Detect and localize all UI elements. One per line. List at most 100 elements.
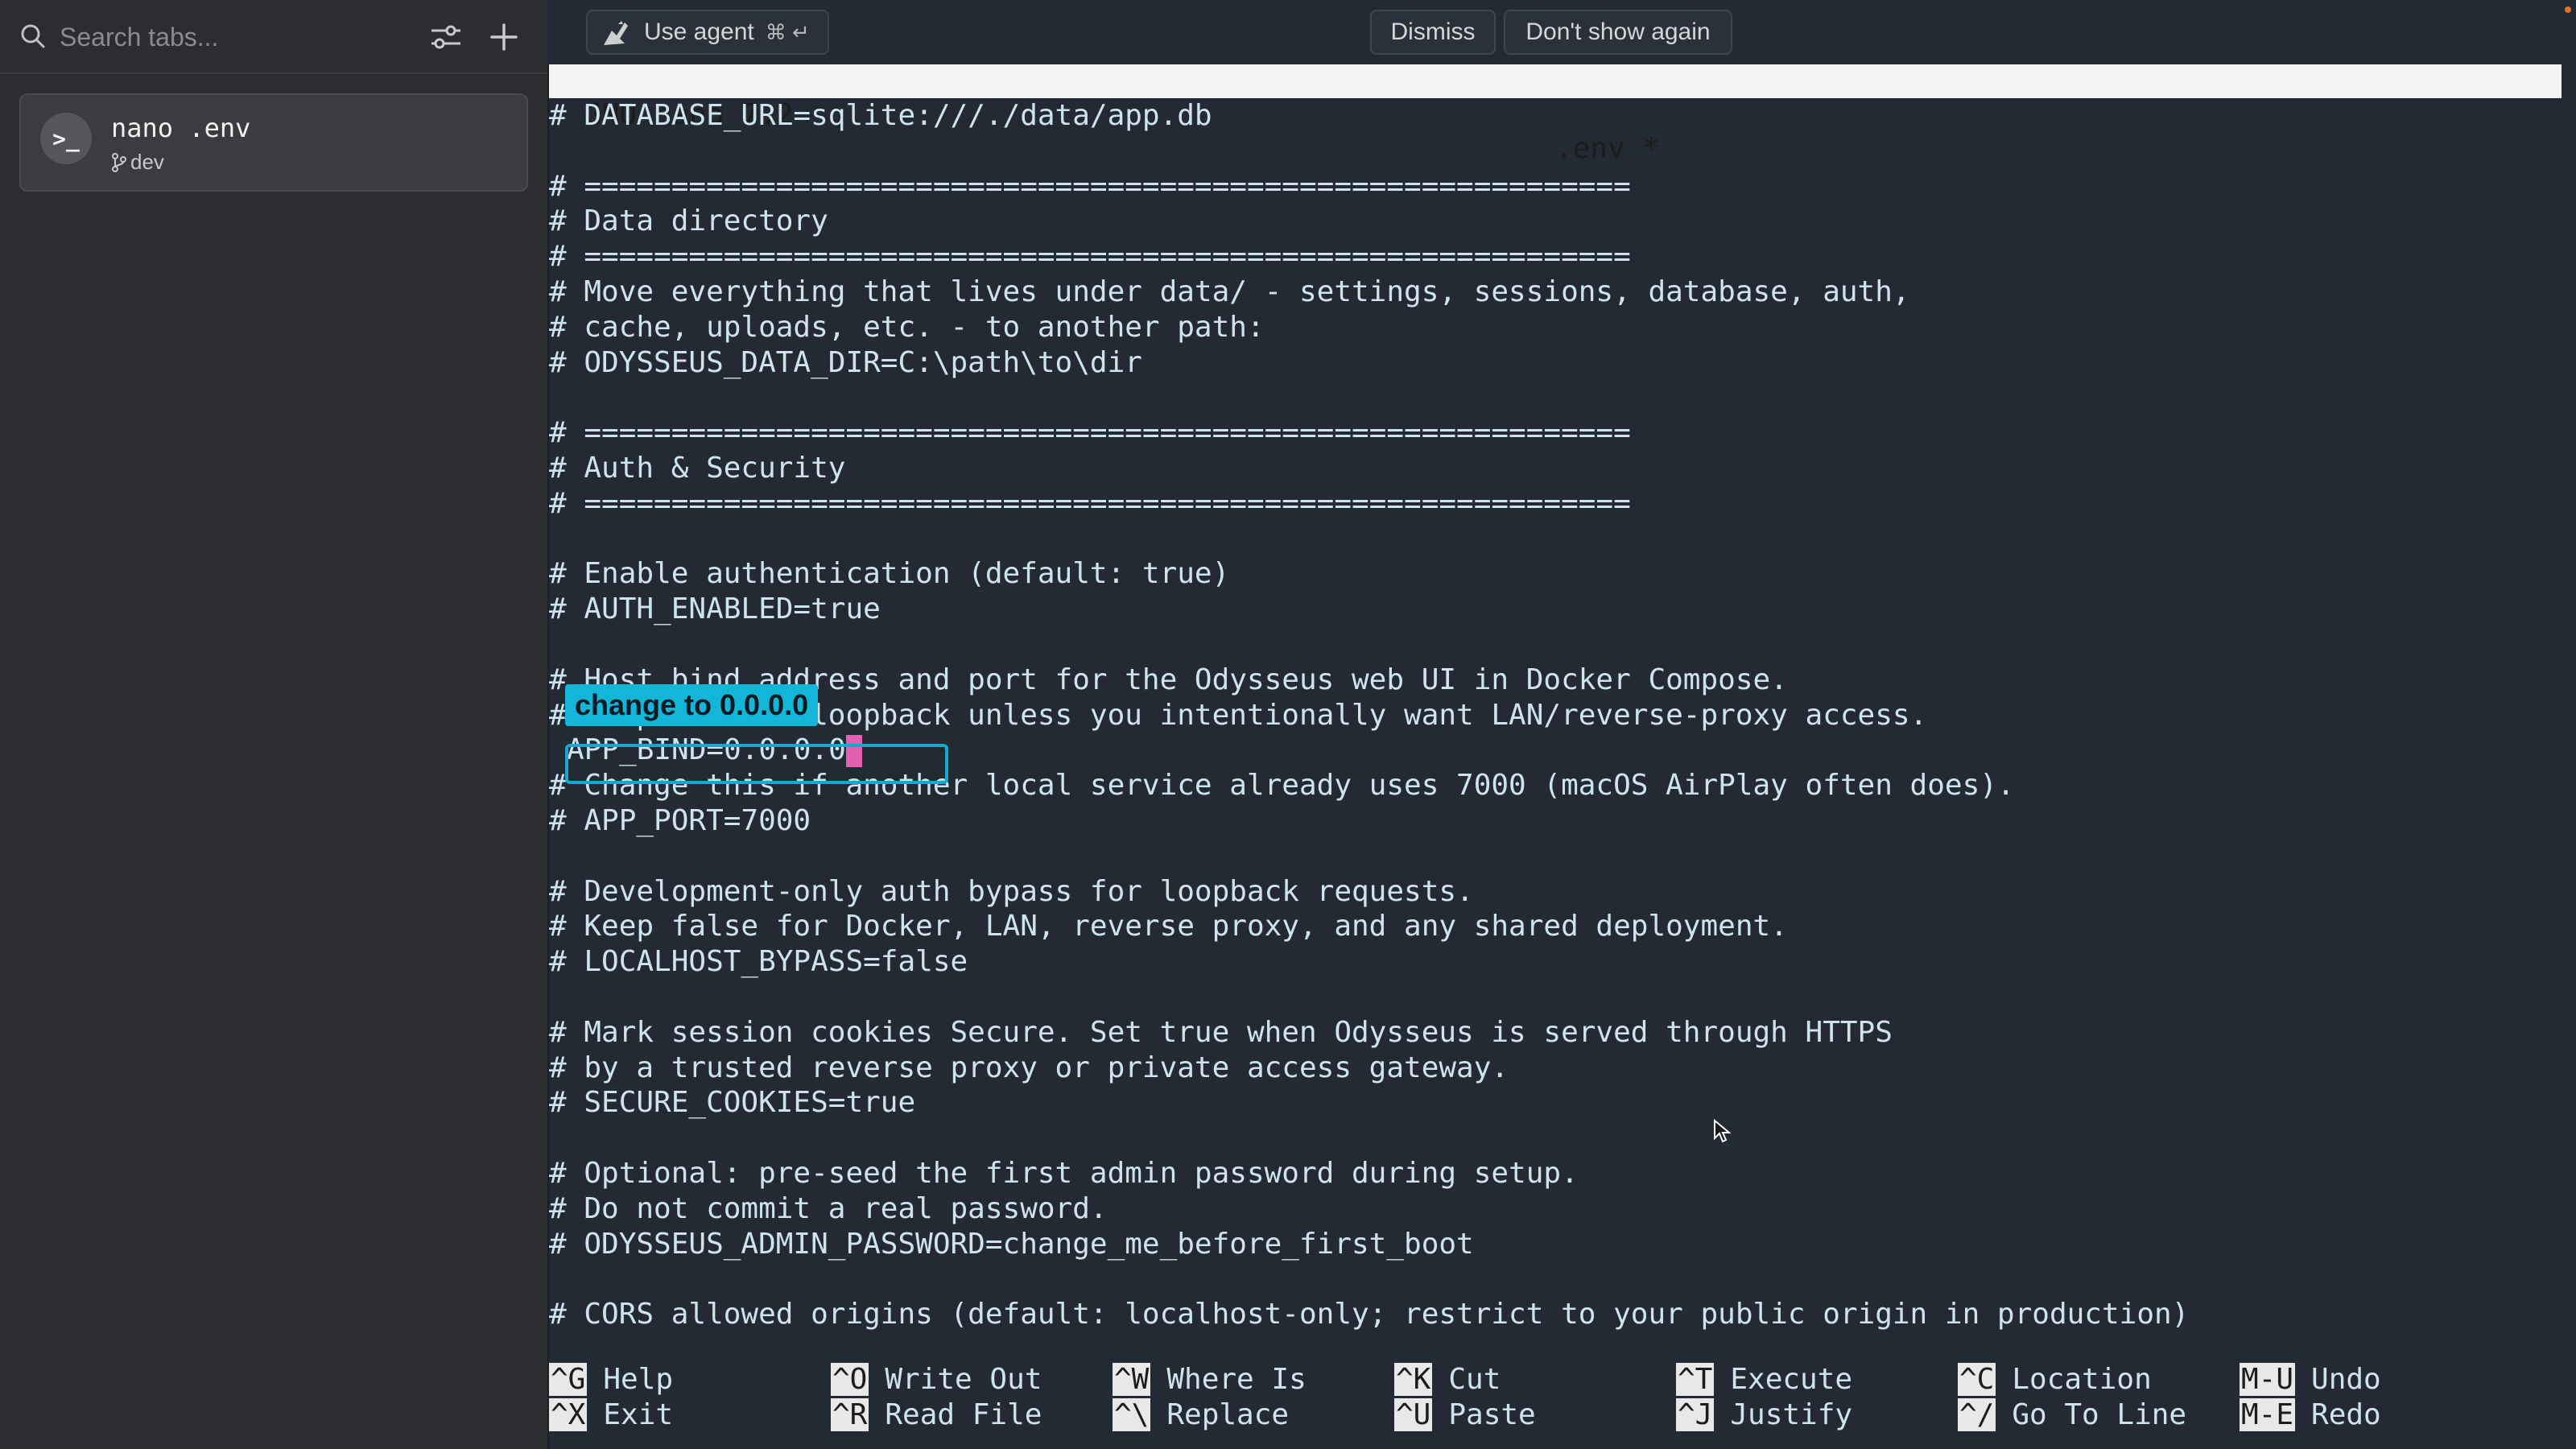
- shortcut-go-to-line[interactable]: ^/ Go To Line: [1958, 1397, 2186, 1433]
- editor-line: # Do not commit a real password.: [549, 1191, 2562, 1227]
- editor-line: # Keep false for Docker, LAN, reverse pr…: [549, 909, 2562, 944]
- tab-branch-label: dev: [130, 150, 164, 174]
- shortcut-key: ^T: [1676, 1363, 1715, 1396]
- shortcut-location[interactable]: ^C Location: [1958, 1362, 2152, 1397]
- editor-line: # ======================================…: [549, 169, 2562, 204]
- dont-show-again-button[interactable]: Don't show again: [1504, 10, 1732, 55]
- status-dot: [2565, 6, 2571, 13]
- editor-line-text: # APP_PORT=7000: [549, 803, 811, 837]
- editor-line-text: # Data directory: [549, 204, 828, 238]
- editor-line-text: # ODYSSEUS_DATA_DIR=C:\path\to\dir: [549, 345, 1142, 379]
- agent-icon: [601, 19, 633, 55]
- nano-shortcut-bar: ^G Help ^X Exit ^O Write Out ^R Read File ^W Wher…: [549, 1362, 2562, 1433]
- shortcut-help[interactable]: ^G Help: [549, 1362, 673, 1397]
- shortcut-key: ^G: [549, 1363, 588, 1396]
- editor-line: # Auth & Security: [549, 451, 2562, 486]
- editor-line: # Keep this on loopback unless you inten…: [549, 698, 2562, 733]
- editor-text-area[interactable]: # DATABASE_URL=sqlite:///./data/app.db # …: [549, 98, 2562, 1332]
- shortcut-label: Cut: [1448, 1363, 1501, 1396]
- shortcut-key: M-E: [2240, 1398, 2296, 1431]
- shortcut-label: Location: [2012, 1363, 2152, 1396]
- add-tab-button[interactable]: [483, 18, 525, 56]
- editor-line: # CORS allowed origins (default: localho…: [549, 1297, 2562, 1332]
- shortcut-justify[interactable]: ^J Justify: [1676, 1397, 1852, 1433]
- shortcut-key: ^C: [1958, 1363, 1996, 1396]
- editor-line-text: # ======================================…: [549, 169, 1631, 203]
- plus-icon: [490, 23, 518, 51]
- shortcut-label: Replace: [1166, 1398, 1290, 1431]
- editor-line: # SECURE_COOKIES=true: [549, 1085, 2562, 1121]
- terminal-prompt-icon: >_: [40, 113, 92, 164]
- editor-line: # ODYSSEUS_DATA_DIR=C:\path\to\dir: [549, 345, 2562, 381]
- editor-line-text: # Mark session cookies Secure. Set true …: [549, 1015, 1893, 1049]
- editor-line: # Mark session cookies Secure. Set true …: [549, 1015, 2562, 1051]
- git-branch-icon: [111, 153, 127, 176]
- use-agent-label: Use agent: [644, 19, 754, 45]
- editor-line: # DATABASE_URL=sqlite:///./data/app.db: [549, 98, 2562, 134]
- editor-line-text: # Development-only auth bypass for loopb…: [549, 874, 1474, 908]
- editor-line-text: # AUTH_ENABLED=true: [549, 592, 881, 626]
- shortcut-cut[interactable]: ^K Cut: [1394, 1362, 1501, 1397]
- nano-title-bar: GNU nano 7.2 .env *: [549, 64, 2562, 165]
- shortcut-label: Read File: [885, 1398, 1042, 1431]
- shortcut-label: Where Is: [1166, 1363, 1307, 1396]
- editor-line-text: # cache, uploads, etc. - to another path…: [549, 310, 1265, 344]
- shortcut-key: ^U: [1394, 1398, 1433, 1431]
- editor-line: # Development-only auth bypass for loopb…: [549, 874, 2562, 910]
- editor-line-text: # SECURE_COOKIES=true: [549, 1086, 916, 1120]
- shortcut-key: ^W: [1113, 1363, 1151, 1396]
- shortcut-read-file[interactable]: ^R Read File: [831, 1397, 1042, 1433]
- shortcut-execute[interactable]: ^T Execute: [1676, 1362, 1852, 1397]
- editor-line-text: # ======================================…: [549, 486, 1631, 520]
- shortcut-label: Write Out: [885, 1363, 1042, 1396]
- tab-item-nano-env[interactable]: >_ nano .env dev: [19, 93, 528, 192]
- editor-line: # ======================================…: [549, 239, 2562, 275]
- use-agent-button[interactable]: Use agent ⌘ ↵: [586, 10, 829, 55]
- shortcut-key: ^/: [1958, 1398, 1996, 1431]
- editor-line: # ======================================…: [549, 486, 2562, 522]
- shortcut-label: Undo: [2311, 1363, 2381, 1396]
- shortcut-undo[interactable]: M-U Undo: [2240, 1362, 2381, 1397]
- editor-line: # Data directory: [549, 204, 2562, 239]
- shortcut-redo[interactable]: M-E Redo: [2240, 1397, 2381, 1433]
- shortcut-key: ^X: [549, 1398, 588, 1431]
- editor-line: # by a trusted reverse proxy or private …: [549, 1051, 2562, 1086]
- shortcut-paste[interactable]: ^U Paste: [1394, 1397, 1536, 1433]
- search-row: [0, 0, 547, 74]
- editor-line-text: # Enable authentication (default: true): [549, 557, 1230, 591]
- editor-line-text: # by a trusted reverse proxy or private …: [549, 1051, 1509, 1084]
- editor-line: # ======================================…: [549, 415, 2562, 451]
- shortcut-label: Execute: [1730, 1363, 1853, 1396]
- shortcut-label: Help: [603, 1363, 674, 1396]
- search-tabs-input[interactable]: [58, 18, 399, 56]
- search-icon: [19, 23, 47, 54]
- shortcut-write-out[interactable]: ^O Write Out: [831, 1362, 1042, 1397]
- dismiss-button[interactable]: Dismiss: [1370, 10, 1496, 55]
- shortcut-key: ^K: [1394, 1363, 1433, 1396]
- shortcut-where-is[interactable]: ^W Where Is: [1113, 1362, 1307, 1397]
- editor-line-text: # Do not commit a real password.: [549, 1191, 1108, 1225]
- editor-line-text: # ODYSSEUS_ADMIN_PASSWORD=change_me_befo…: [549, 1227, 1474, 1261]
- filter-settings-button[interactable]: [425, 18, 467, 56]
- editor-line: # APP_PORT=7000: [549, 803, 2562, 839]
- shortcut-exit[interactable]: ^X Exit: [549, 1397, 673, 1433]
- tab-title: nano .env: [111, 113, 251, 143]
- shortcut-label: Paste: [1448, 1398, 1536, 1431]
- editor-line: # Move everything that lives under data/…: [549, 275, 2562, 310]
- sidebar: >_ nano .env dev: [0, 0, 549, 1449]
- editor-line: # Enable authentication (default: true): [549, 556, 2562, 592]
- editor-line-text: # LOCALHOST_BYPASS=false: [549, 945, 968, 979]
- editor-line: # ODYSSEUS_ADMIN_PASSWORD=change_me_befo…: [549, 1227, 2562, 1262]
- editor-line-text: # CORS allowed origins (default: localho…: [549, 1298, 2190, 1331]
- editor-line: # Optional: pre-seed the first admin pas…: [549, 1156, 2562, 1191]
- editor-line: # Host bind address and port for the Ody…: [549, 663, 2562, 698]
- mouse-pointer-icon: [1713, 1118, 1732, 1147]
- shortcut-replace[interactable]: ^\ Replace: [1113, 1397, 1289, 1433]
- editor-line: # cache, uploads, etc. - to another path…: [549, 310, 2562, 345]
- editor-line-text: # DATABASE_URL=sqlite:///./data/app.db: [549, 99, 1212, 132]
- editor-line-text: # Optional: pre-seed the first admin pas…: [549, 1156, 1579, 1190]
- shortcut-key: ^J: [1676, 1398, 1715, 1431]
